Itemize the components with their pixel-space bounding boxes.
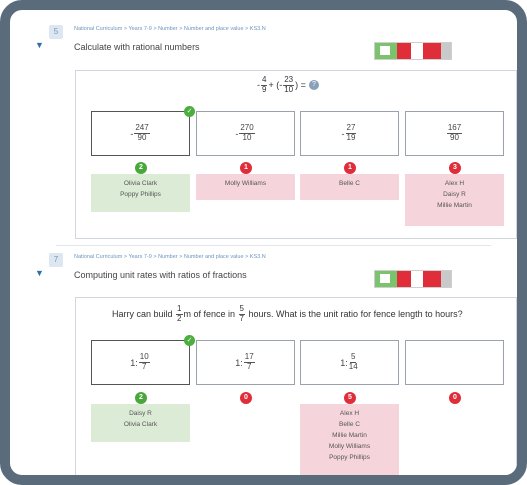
divider (56, 245, 491, 246)
student-list: Alex H Belle C Millie Martin Molly Willi… (300, 404, 399, 475)
answer-count-badge: 2 (135, 392, 147, 404)
question-panel (75, 297, 517, 475)
student-list: Olivia Clark Poppy Phillips (91, 174, 190, 212)
student-name: Olivia Clark (123, 421, 158, 428)
chevron-down-icon[interactable]: ▼ (35, 268, 44, 278)
student-list: Belle C (300, 174, 399, 200)
student-name: Daisy R (443, 191, 466, 198)
student-name: Belle C (339, 180, 360, 187)
check-icon: ✓ (184, 106, 195, 117)
question-expression: - 49 + (- 23 10 ) = ? (257, 75, 319, 95)
answer-count-badge: 2 (135, 162, 147, 174)
device-frame: ▼ 5 National Curriculum > Years 7-9 > Nu… (0, 0, 527, 485)
question-number: 5 (49, 25, 63, 39)
question-prompt: Harry can build 12 m of fence in 57 hour… (112, 304, 463, 323)
answer-card[interactable]: 1: 5 14 (300, 340, 399, 385)
answer-card-empty[interactable] (405, 340, 504, 385)
answer-count-badge: 0 (240, 392, 252, 404)
student-name: Olivia Clark (123, 180, 158, 187)
help-icon[interactable]: ? (308, 80, 319, 91)
results-bar (374, 270, 452, 288)
student-name: Millie Martin (332, 432, 367, 439)
answer-card[interactable]: - 27 19 (300, 111, 399, 156)
answer-card[interactable]: - 270 10 (196, 111, 295, 156)
student-list: Daisy R Olivia Clark (91, 404, 190, 442)
student-name: Molly Williams (224, 180, 267, 187)
answer-card[interactable]: 1: 17 7 (196, 340, 295, 385)
answer-card[interactable]: 167 90 (405, 111, 504, 156)
student-name: Poppy Phillips (120, 191, 161, 198)
student-name: Daisy R (129, 410, 152, 417)
student-name: Molly Williams (328, 443, 371, 450)
content-area: ▼ 5 National Curriculum > Years 7-9 > Nu… (16, 16, 517, 475)
breadcrumb[interactable]: National Curriculum > Years 7-9 > Number… (74, 254, 266, 260)
answer-card[interactable]: - 247 90 (91, 111, 190, 156)
breadcrumb[interactable]: National Curriculum > Years 7-9 > Number… (74, 26, 266, 32)
student-list: Molly Williams (196, 174, 295, 200)
student-name: Belle C (339, 421, 360, 428)
answer-card[interactable]: 1: 10 7 (91, 340, 190, 385)
answer-count-badge: 1 (344, 162, 356, 174)
check-icon: ✓ (184, 335, 195, 346)
student-name: Poppy Phillips (329, 454, 370, 461)
student-name: Alex H (339, 410, 360, 417)
student-name: Alex H (444, 180, 465, 187)
answer-count-badge: 5 (344, 392, 356, 404)
question-title: Computing unit rates with ratios of frac… (74, 270, 247, 280)
answer-count-badge: 3 (449, 162, 461, 174)
chevron-down-icon[interactable]: ▼ (35, 40, 44, 50)
answer-count-badge: 1 (240, 162, 252, 174)
question-number: 7 (49, 253, 63, 267)
student-list: Alex H Daisy R Millie Martin (405, 174, 504, 226)
question-title: Calculate with rational numbers (74, 42, 200, 52)
results-bar (374, 42, 452, 60)
answer-count-badge: 0 (449, 392, 461, 404)
student-name: Millie Martin (437, 202, 472, 209)
